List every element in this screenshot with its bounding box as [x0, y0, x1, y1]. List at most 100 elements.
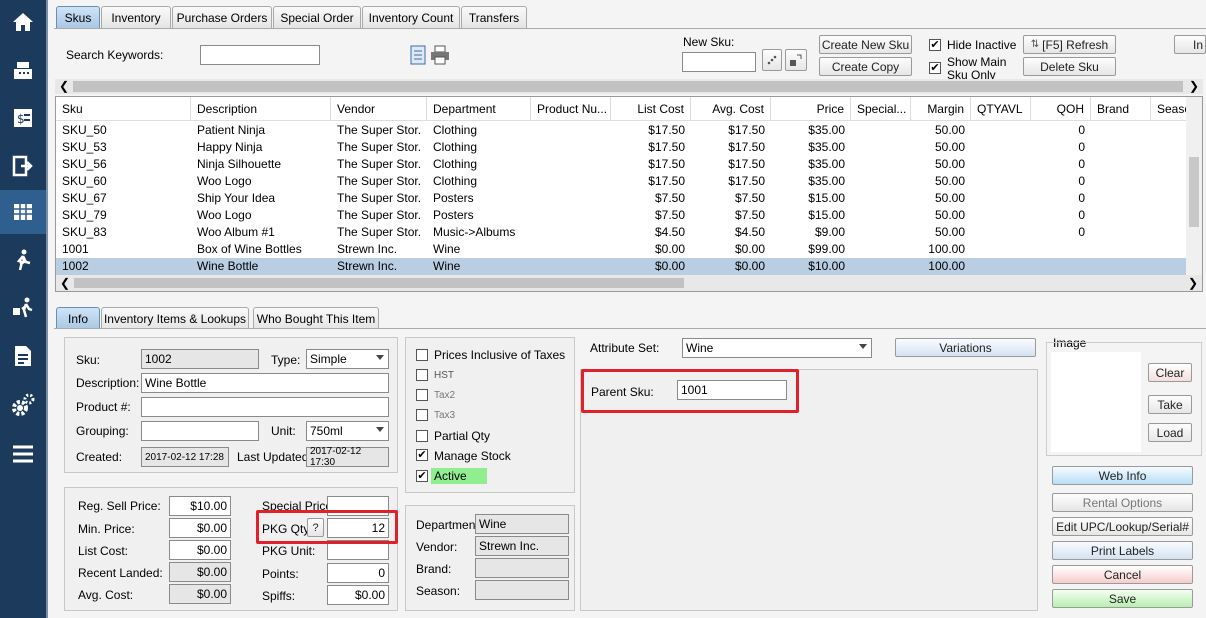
table-row[interactable]: SKU_79 Woo Logo The Super Stor... Posters $7…	[56, 207, 1202, 224]
load-image-button[interactable]: Load	[1148, 423, 1192, 442]
active-checkbox[interactable]: ✔	[416, 470, 428, 482]
inventory-grid-icon[interactable]	[0, 190, 46, 234]
unit-select[interactable]: 750ml	[306, 421, 389, 441]
hst-checkbox[interactable]	[416, 369, 428, 381]
min-price-field[interactable]: $0.00	[169, 518, 231, 538]
attribute-set-select[interactable]: Wine	[682, 338, 872, 358]
clear-image-button[interactable]: Clear	[1148, 363, 1192, 382]
document-icon[interactable]	[410, 45, 428, 68]
take-image-button[interactable]: Take	[1148, 395, 1192, 414]
home-icon[interactable]	[0, 0, 46, 44]
printer-icon[interactable]	[430, 45, 450, 68]
sku-grid[interactable]: Sku Description Vendor Department Product Nu…	[55, 96, 1203, 292]
show-main-sku-checkbox[interactable]: ✔	[929, 62, 941, 74]
table-row[interactable]: 1002 Wine Bottle Strewn Inc. Wine $0.00 $0.00…	[56, 258, 1202, 275]
edit-upc-button[interactable]: Edit UPC/Lookup/Serial#	[1052, 517, 1193, 536]
cell-special	[857, 258, 905, 275]
register-icon[interactable]	[0, 48, 46, 92]
variations-button[interactable]: Variations	[895, 338, 1036, 357]
hscroll-right-icon[interactable]: ❯	[1188, 276, 1198, 290]
tax2-checkbox[interactable]	[416, 389, 428, 401]
column-header-sku[interactable]: Sku	[56, 97, 191, 121]
column-header-list-cost[interactable]: List Cost	[611, 97, 691, 121]
product-field[interactable]	[141, 397, 389, 417]
walking-person-icon[interactable]	[0, 238, 46, 282]
search-input[interactable]	[200, 45, 320, 65]
vscroll-thumb[interactable]	[1189, 157, 1199, 227]
tab-who-bought[interactable]: Who Bought This Item	[253, 307, 379, 329]
grouping-field[interactable]	[141, 421, 259, 441]
partial-qty-checkbox[interactable]	[416, 430, 428, 442]
far-right-button[interactable]: In	[1174, 35, 1206, 54]
top-scrollbar[interactable]: ❮ ❯	[55, 79, 1203, 94]
hscroll-thumb[interactable]	[74, 278, 684, 288]
grid-vscroll[interactable]	[1186, 97, 1202, 275]
tab-label: Info	[67, 311, 88, 326]
delivery-person-icon[interactable]	[0, 286, 46, 330]
new-sku-input[interactable]	[682, 52, 756, 72]
tab-skus[interactable]: Skus	[56, 6, 100, 28]
cancel-button[interactable]: Cancel	[1052, 565, 1193, 584]
column-header-product-number[interactable]: Product Nu...	[531, 97, 611, 121]
tab-inventory[interactable]: Inventory	[101, 6, 171, 28]
table-row[interactable]: SKU_67 Ship Your Idea The Super Stor... Pos…	[56, 190, 1202, 207]
print-labels-button[interactable]: Print Labels	[1052, 541, 1193, 560]
column-header-brand[interactable]: Brand	[1091, 97, 1151, 121]
invoice-icon[interactable]: $	[0, 96, 46, 140]
image-preview[interactable]	[1051, 352, 1141, 452]
table-row[interactable]: SKU_50 Patient Ninja The Super Stor... Clot…	[56, 122, 1202, 139]
refresh-button[interactable]: ⇅ [F5] Refresh	[1023, 35, 1116, 54]
column-header-qoh[interactable]: QOH	[1031, 97, 1091, 121]
cell-margin: 50.00	[934, 140, 965, 154]
tab-inventory-count[interactable]: Inventory Count	[362, 6, 460, 28]
hide-inactive-checkbox[interactable]: ✔	[929, 39, 941, 51]
menu-icon[interactable]	[0, 432, 46, 476]
points-field[interactable]: 0	[327, 563, 389, 583]
column-header-qtyavl[interactable]: QTYAVL	[971, 97, 1031, 121]
scroll-thumb[interactable]	[73, 81, 1183, 92]
tax3-checkbox[interactable]	[416, 409, 428, 421]
cell-margin: 100.00	[928, 242, 965, 256]
spiffs-field[interactable]: $0.00	[327, 585, 389, 605]
tab-transfers[interactable]: Transfers	[461, 6, 527, 28]
tab-inventory-items[interactable]: Inventory Items & Lookups	[101, 307, 249, 329]
grid-hscroll[interactable]: ❮ ❯	[56, 275, 1202, 291]
sku-field[interactable]: 1002	[141, 349, 259, 369]
cell-brand	[1097, 139, 1145, 156]
table-row[interactable]: SKU_56 Ninja Silhouette The Super Stor... C…	[56, 156, 1202, 173]
exit-icon[interactable]	[0, 144, 46, 188]
column-header-price[interactable]: Price	[771, 97, 851, 121]
settings-gears-icon[interactable]	[0, 384, 46, 428]
manage-stock-checkbox[interactable]: ✔	[416, 449, 428, 461]
prices-inclusive-checkbox[interactable]	[416, 349, 428, 361]
scroll-right-icon[interactable]: ❯	[1189, 79, 1199, 93]
tab-special-order[interactable]: Special Order	[273, 6, 361, 28]
expand-icon[interactable]	[785, 49, 807, 71]
scroll-left-icon[interactable]: ❮	[59, 79, 69, 93]
type-select[interactable]: Simple	[306, 349, 389, 369]
generate-sku-icon[interactable]	[762, 49, 782, 71]
table-row[interactable]: SKU_83 Woo Album #1 The Super Stor... Music…	[56, 224, 1202, 241]
create-new-sku-button[interactable]: Create New Sku	[819, 35, 912, 54]
save-button[interactable]: Save	[1052, 589, 1193, 608]
table-row[interactable]: 1001 Box of Wine Bottles Strewn Inc. Wine $0…	[56, 241, 1202, 258]
column-header-department[interactable]: Department	[427, 97, 531, 121]
list-cost-field[interactable]: $0.00	[169, 540, 231, 560]
create-copy-button[interactable]: Create Copy	[819, 57, 912, 76]
column-header-special[interactable]: Special...	[851, 97, 911, 121]
table-row[interactable]: SKU_60 Woo Logo The Super Stor... Clothing $…	[56, 173, 1202, 190]
report-icon[interactable]	[0, 334, 46, 378]
column-header-avg-cost[interactable]: Avg. Cost	[691, 97, 771, 121]
tab-info[interactable]: Info	[56, 307, 100, 329]
tab-purchase-orders[interactable]: Purchase Orders	[172, 6, 272, 28]
column-header-margin[interactable]: Margin	[911, 97, 971, 121]
delete-sku-button[interactable]: Delete Sku	[1023, 57, 1116, 76]
column-header-description[interactable]: Description	[191, 97, 331, 121]
hscroll-left-icon[interactable]: ❮	[60, 276, 70, 290]
web-info-button[interactable]: Web Info	[1052, 466, 1193, 485]
rental-options-button[interactable]: Rental Options	[1052, 493, 1193, 512]
column-header-vendor[interactable]: Vendor	[331, 97, 427, 121]
table-row[interactable]: SKU_53 Happy Ninja The Super Stor... Clothi…	[56, 139, 1202, 156]
reg-price-field[interactable]: $10.00	[169, 496, 231, 516]
description-field[interactable]: Wine Bottle	[141, 373, 389, 393]
